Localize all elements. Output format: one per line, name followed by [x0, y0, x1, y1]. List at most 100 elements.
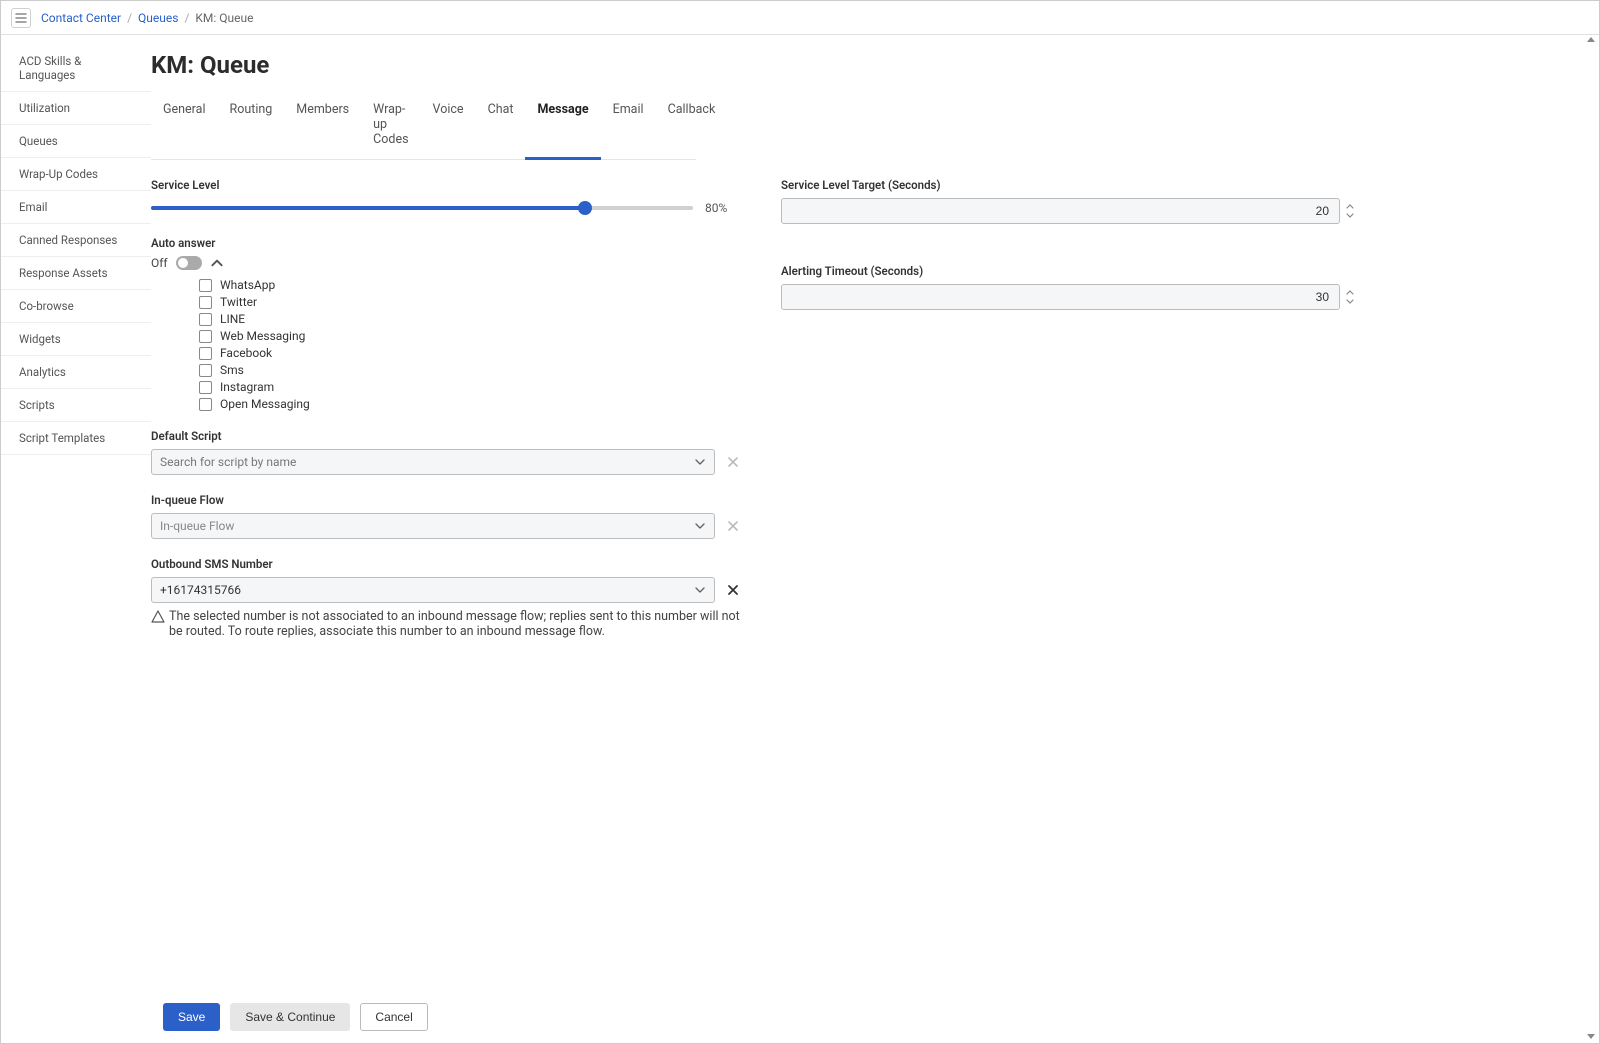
check-label: Instagram	[220, 380, 274, 394]
check-label: WhatsApp	[220, 278, 275, 292]
check-label: Sms	[220, 363, 244, 377]
check-label: Facebook	[220, 346, 272, 360]
check-sms[interactable]: Sms	[199, 363, 741, 377]
tab-members[interactable]: Members	[284, 94, 361, 160]
sidebar-item-acd-skills[interactable]: ACD Skills & Languages	[1, 45, 151, 92]
warning-text: The selected number is not associated to…	[169, 609, 741, 639]
auto-answer-row: Off	[151, 256, 741, 270]
check-label: Web Messaging	[220, 329, 305, 343]
sidebar-item-scripts[interactable]: Scripts	[1, 389, 151, 422]
check-open-messaging[interactable]: Open Messaging	[199, 397, 741, 411]
top-bar: Contact Center / Queues / KM: Queue	[1, 1, 1599, 35]
outbound-sms-combo[interactable]: +16174315766	[151, 577, 715, 603]
cancel-button[interactable]: Cancel	[360, 1003, 427, 1031]
sidebar-item-canned-responses[interactable]: Canned Responses	[1, 224, 151, 257]
tab-routing[interactable]: Routing	[218, 94, 285, 160]
check-whatsapp[interactable]: WhatsApp	[199, 278, 741, 292]
outbound-sms-warning: The selected number is not associated to…	[151, 609, 741, 639]
clear-outbound-sms[interactable]	[725, 582, 741, 598]
clear-in-queue-flow[interactable]	[725, 518, 741, 534]
at-step-up[interactable]	[1344, 287, 1356, 297]
sidebar-item-wrap-up-codes[interactable]: Wrap-Up Codes	[1, 158, 151, 191]
form-area: Service Level 80% Auto answer Off	[151, 178, 1585, 639]
breadcrumb: Contact Center / Queues / KM: Queue	[41, 11, 254, 25]
chevron-down-icon	[694, 584, 706, 596]
sidebar-item-analytics[interactable]: Analytics	[1, 356, 151, 389]
default-script-combo[interactable]: Search for script by name	[151, 449, 715, 475]
tab-callback[interactable]: Callback	[656, 94, 728, 160]
toggle-knob	[178, 258, 188, 268]
check-instagram[interactable]: Instagram	[199, 380, 741, 394]
checkbox[interactable]	[199, 279, 212, 292]
in-queue-flow-combo[interactable]: In-queue Flow	[151, 513, 715, 539]
outbound-sms-label: Outbound SMS Number	[151, 557, 741, 571]
service-level-slider[interactable]	[151, 198, 693, 218]
alerting-timeout-label: Alerting Timeout (Seconds)	[781, 264, 1356, 278]
auto-answer-off-label: Off	[151, 256, 168, 270]
combo-value: +16174315766	[160, 583, 241, 597]
service-level-target-input[interactable]	[781, 198, 1340, 224]
sidebar-item-widgets[interactable]: Widgets	[1, 323, 151, 356]
main-area: ACD Skills & Languages Utilization Queue…	[1, 35, 1599, 1043]
slider-thumb[interactable]	[578, 201, 592, 215]
check-facebook[interactable]: Facebook	[199, 346, 741, 360]
service-level-row: 80%	[151, 198, 741, 218]
sidebar-item-script-templates[interactable]: Script Templates	[1, 422, 151, 455]
menu-toggle-button[interactable]	[11, 8, 31, 28]
at-step-down[interactable]	[1344, 297, 1356, 307]
service-level-value: 80%	[705, 201, 741, 215]
tab-chat[interactable]: Chat	[476, 94, 526, 160]
footer-actions: Save Save & Continue Cancel	[163, 1003, 428, 1031]
hamburger-icon	[15, 12, 27, 24]
form-left-col: Service Level 80% Auto answer Off	[151, 178, 741, 639]
slt-spinner	[1344, 198, 1356, 224]
chevron-up-icon[interactable]	[210, 256, 224, 270]
breadcrumb-contact-center[interactable]: Contact Center	[41, 11, 121, 25]
clear-default-script[interactable]	[725, 454, 741, 470]
close-icon	[727, 584, 739, 596]
combo-value: In-queue Flow	[160, 519, 234, 533]
check-label: Twitter	[220, 295, 257, 309]
checkbox[interactable]	[199, 296, 212, 309]
caret-down-icon	[1346, 299, 1354, 305]
caret-up-icon	[1346, 289, 1354, 295]
slt-step-up[interactable]	[1344, 201, 1356, 211]
sidebar-item-response-assets[interactable]: Response Assets	[1, 257, 151, 290]
chevron-down-icon	[694, 520, 706, 532]
default-script-label: Default Script	[151, 429, 741, 443]
tab-general[interactable]: General	[151, 94, 218, 160]
combo-placeholder: Search for script by name	[160, 455, 296, 469]
check-web-messaging[interactable]: Web Messaging	[199, 329, 741, 343]
checkbox[interactable]	[199, 398, 212, 411]
tab-wrap-up-codes[interactable]: Wrap-up Codes	[361, 94, 420, 160]
checkbox[interactable]	[199, 347, 212, 360]
check-twitter[interactable]: Twitter	[199, 295, 741, 309]
save-continue-button[interactable]: Save & Continue	[230, 1003, 350, 1031]
auto-answer-toggle[interactable]	[176, 256, 202, 270]
slt-step-down[interactable]	[1344, 211, 1356, 221]
warning-icon	[151, 610, 165, 624]
alerting-timeout-input[interactable]	[781, 284, 1340, 310]
check-label: LINE	[220, 312, 245, 326]
check-line[interactable]: LINE	[199, 312, 741, 326]
tab-voice[interactable]: Voice	[421, 94, 476, 160]
chevron-down-icon	[694, 456, 706, 468]
form-right-col: Service Level Target (Seconds) Alerting …	[781, 178, 1356, 639]
breadcrumb-queues[interactable]: Queues	[138, 11, 178, 25]
breadcrumb-current: KM: Queue	[195, 11, 253, 25]
checkbox[interactable]	[199, 381, 212, 394]
check-label: Open Messaging	[220, 397, 310, 411]
checkbox[interactable]	[199, 313, 212, 326]
sidebar-item-utilization[interactable]: Utilization	[1, 92, 151, 125]
sidebar-item-co-browse[interactable]: Co-browse	[1, 290, 151, 323]
save-button[interactable]: Save	[163, 1003, 220, 1031]
checkbox[interactable]	[199, 364, 212, 377]
sidebar-item-queues[interactable]: Queues	[1, 125, 151, 158]
service-level-label: Service Level	[151, 178, 741, 192]
caret-up-icon	[1346, 203, 1354, 209]
sidebar-item-email[interactable]: Email	[1, 191, 151, 224]
checkbox[interactable]	[199, 330, 212, 343]
tab-email[interactable]: Email	[601, 94, 656, 160]
tab-message[interactable]: Message	[525, 94, 600, 160]
in-queue-flow-label: In-queue Flow	[151, 493, 741, 507]
